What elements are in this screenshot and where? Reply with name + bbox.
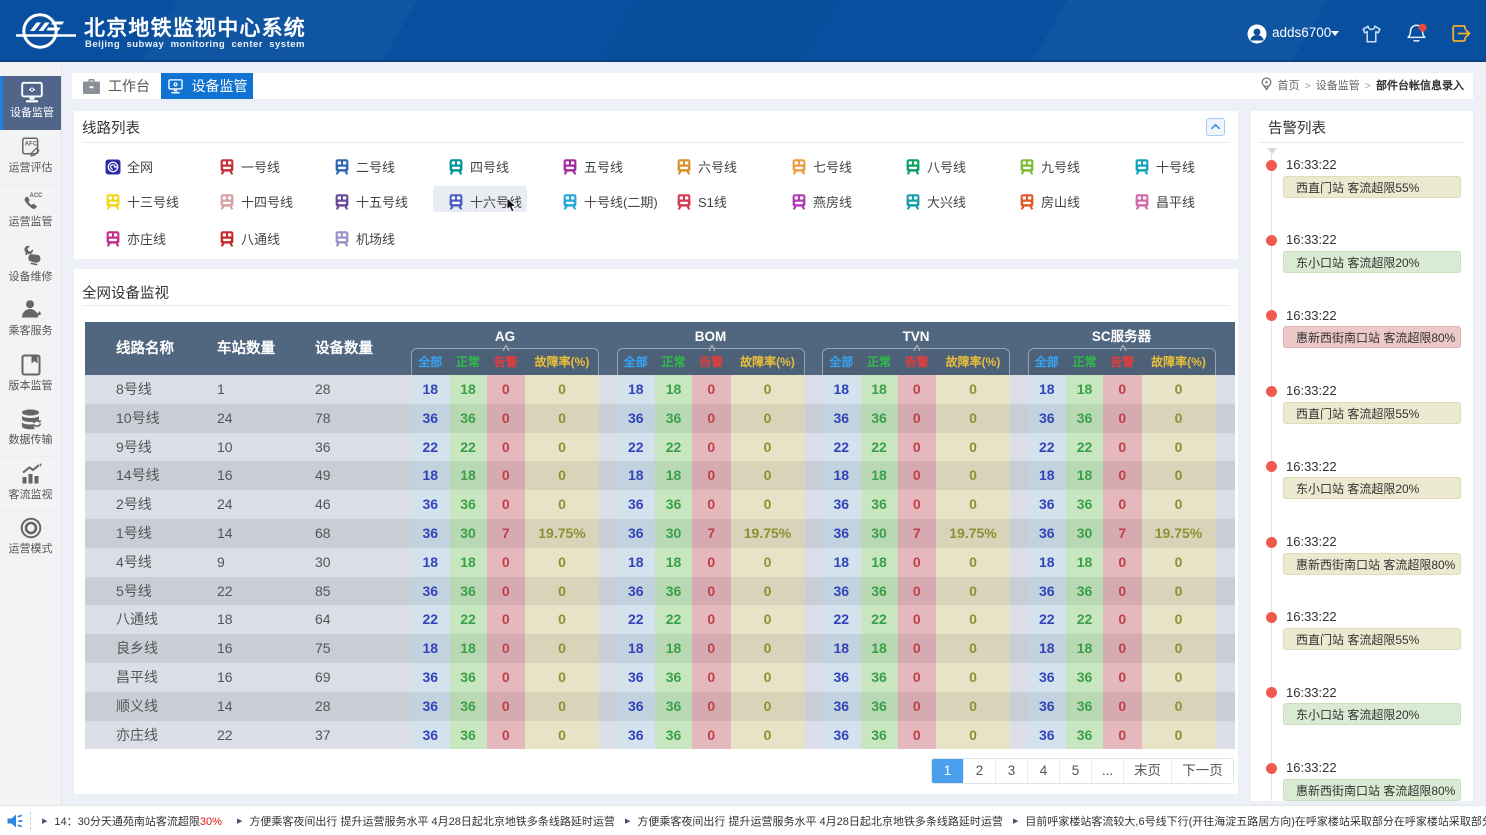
svg-text:ACC: ACC: [29, 193, 43, 199]
svg-text:AFC: AFC: [24, 140, 37, 147]
